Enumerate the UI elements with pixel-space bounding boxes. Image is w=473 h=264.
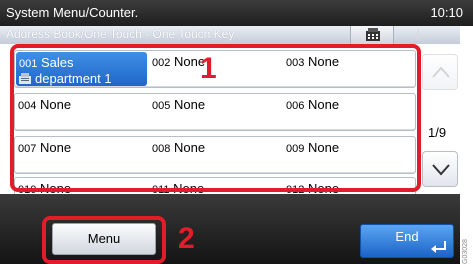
callout-number-2: 2 [178,222,195,255]
add-button[interactable]: + [396,26,440,44]
chevron-up-icon [432,66,450,78]
end-button[interactable]: End [360,224,454,258]
address-book-icon [366,28,380,41]
subtitle-bar: Address Book/One Touch - One Touch Key + [0,26,460,44]
plus-icon: + [412,26,424,44]
screen-subtitle: Address Book/One Touch - One Touch Key [6,27,235,41]
callout-box-menu [42,216,166,264]
chevron-down-icon [432,164,450,176]
callout-number-1: 1 [200,52,217,85]
enter-arrow-icon [431,241,446,253]
screen-title: System Menu/Counter. [6,5,139,20]
scroll-up-button[interactable] [422,54,458,90]
address-book-button[interactable] [350,26,394,44]
clock: 10:10 [430,5,463,20]
screen: System Menu/Counter. 10:10 Address Book/… [0,0,473,264]
figure-code: G03028 [462,239,469,264]
scroll-down-button[interactable] [422,151,458,187]
title-bar: System Menu/Counter. 10:10 [0,0,473,26]
page-indicator: 1/9 [428,125,447,140]
